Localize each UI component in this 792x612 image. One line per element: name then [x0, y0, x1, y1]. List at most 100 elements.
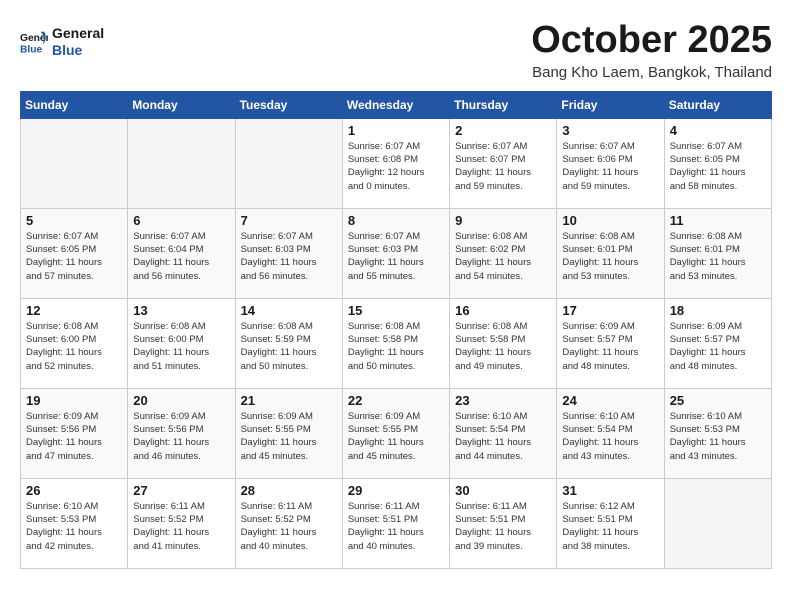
calendar-cell: 21 Sunrise: 6:09 AMSunset: 5:55 PMDayligh…: [235, 388, 342, 478]
calendar-cell: [128, 118, 235, 208]
day-info: Sunrise: 6:11 AMSunset: 5:51 PMDaylight:…: [455, 500, 551, 553]
calendar-subtitle: Bang Kho Laem, Bangkok, Thailand: [531, 64, 772, 81]
day-number: 21: [241, 393, 337, 408]
day-number: 26: [26, 483, 122, 498]
calendar-cell: 12 Sunrise: 6:08 AMSunset: 6:00 PMDayligh…: [21, 298, 128, 388]
week-row-2: 5 Sunrise: 6:07 AMSunset: 6:05 PMDaylight…: [21, 208, 772, 298]
day-info: Sunrise: 6:09 AMSunset: 5:57 PMDaylight:…: [562, 320, 658, 373]
day-number: 17: [562, 303, 658, 318]
calendar-cell: 27 Sunrise: 6:11 AMSunset: 5:52 PMDayligh…: [128, 478, 235, 568]
calendar-cell: 11Sunrise: 6:08 AMSunset: 6:01 PMDayligh…: [664, 208, 771, 298]
calendar-cell: 6Sunrise: 6:07 AMSunset: 6:04 PMDaylight…: [128, 208, 235, 298]
calendar-body: 1 Sunrise: 6:07 AMSunset: 6:08 PMDaylight…: [21, 118, 772, 568]
day-info: Sunrise: 6:10 AMSunset: 5:53 PMDaylight:…: [670, 410, 766, 463]
day-number: 24: [562, 393, 658, 408]
day-info: Sunrise: 6:07 AMSunset: 6:06 PMDaylight:…: [562, 140, 658, 193]
day-number: 9: [455, 213, 551, 228]
week-row-3: 12 Sunrise: 6:08 AMSunset: 6:00 PMDayligh…: [21, 298, 772, 388]
day-info: Sunrise: 6:09 AMSunset: 5:55 PMDaylight:…: [241, 410, 337, 463]
calendar-cell: 3 Sunrise: 6:07 AMSunset: 6:06 PMDaylight…: [557, 118, 664, 208]
calendar-cell: 5 Sunrise: 6:07 AMSunset: 6:05 PMDaylight…: [21, 208, 128, 298]
day-info: Sunrise: 6:07 AMSunset: 6:05 PMDaylight:…: [26, 230, 122, 283]
day-number: 5: [26, 213, 122, 228]
calendar-cell: 22Sunrise: 6:09 AMSunset: 5:55 PMDayligh…: [342, 388, 449, 478]
day-info: Sunrise: 6:11 AMSunset: 5:52 PMDaylight:…: [133, 500, 229, 553]
calendar-cell: 19Sunrise: 6:09 AMSunset: 5:56 PMDayligh…: [21, 388, 128, 478]
calendar-cell: 30 Sunrise: 6:11 AMSunset: 5:51 PMDayligh…: [450, 478, 557, 568]
day-info: Sunrise: 6:07 AMSunset: 6:05 PMDaylight:…: [670, 140, 766, 193]
day-number: 23: [455, 393, 551, 408]
day-number: 13: [133, 303, 229, 318]
calendar-cell: 15Sunrise: 6:08 AMSunset: 5:58 PMDayligh…: [342, 298, 449, 388]
day-number: 25: [670, 393, 766, 408]
logo-icon: General Blue: [20, 28, 48, 56]
calendar-cell: 9Sunrise: 6:08 AMSunset: 6:02 PMDaylight…: [450, 208, 557, 298]
day-info: Sunrise: 6:09 AMSunset: 5:57 PMDaylight:…: [670, 320, 766, 373]
day-info: Sunrise: 6:10 AMSunset: 5:54 PMDaylight:…: [562, 410, 658, 463]
day-number: 10: [562, 213, 658, 228]
day-info: Sunrise: 6:07 AMSunset: 6:08 PMDaylight:…: [348, 140, 444, 193]
calendar-table: SundayMondayTuesdayWednesdayThursdayFrid…: [20, 91, 772, 569]
day-number: 27: [133, 483, 229, 498]
calendar-cell: [235, 118, 342, 208]
day-number: 2: [455, 123, 551, 138]
header-day-tuesday: Tuesday: [235, 91, 342, 118]
day-number: 7: [241, 213, 337, 228]
header-row: SundayMondayTuesdayWednesdayThursdayFrid…: [21, 91, 772, 118]
calendar-cell: 14Sunrise: 6:08 AMSunset: 5:59 PMDayligh…: [235, 298, 342, 388]
day-info: Sunrise: 6:07 AMSunset: 6:07 PMDaylight:…: [455, 140, 551, 193]
day-number: 20: [133, 393, 229, 408]
calendar-cell: 17 Sunrise: 6:09 AMSunset: 5:57 PMDayligh…: [557, 298, 664, 388]
day-number: 15: [348, 303, 444, 318]
day-info: Sunrise: 6:10 AMSunset: 5:54 PMDaylight:…: [455, 410, 551, 463]
day-number: 16: [455, 303, 551, 318]
day-number: 3: [562, 123, 658, 138]
calendar-cell: 7 Sunrise: 6:07 AMSunset: 6:03 PMDaylight…: [235, 208, 342, 298]
calendar-cell: 23 Sunrise: 6:10 AMSunset: 5:54 PMDayligh…: [450, 388, 557, 478]
day-number: 4: [670, 123, 766, 138]
day-info: Sunrise: 6:07 AMSunset: 6:03 PMDaylight:…: [348, 230, 444, 283]
logo-blue: Blue: [52, 42, 104, 59]
day-number: 30: [455, 483, 551, 498]
day-info: Sunrise: 6:08 AMSunset: 6:00 PMDaylight:…: [26, 320, 122, 373]
calendar-cell: 1 Sunrise: 6:07 AMSunset: 6:08 PMDaylight…: [342, 118, 449, 208]
day-number: 1: [348, 123, 444, 138]
calendar-cell: 16 Sunrise: 6:08 AMSunset: 5:58 PMDayligh…: [450, 298, 557, 388]
week-row-1: 1 Sunrise: 6:07 AMSunset: 6:08 PMDaylight…: [21, 118, 772, 208]
day-info: Sunrise: 6:08 AMSunset: 5:58 PMDaylight:…: [455, 320, 551, 373]
day-number: 8: [348, 213, 444, 228]
calendar-title: October 2025: [531, 20, 772, 62]
header-day-monday: Monday: [128, 91, 235, 118]
page-header: General Blue General Blue October 2025 B…: [20, 20, 772, 81]
calendar-cell: 13 Sunrise: 6:08 AMSunset: 6:00 PMDayligh…: [128, 298, 235, 388]
week-row-4: 19Sunrise: 6:09 AMSunset: 5:56 PMDayligh…: [21, 388, 772, 478]
calendar-cell: 28Sunrise: 6:11 AMSunset: 5:52 PMDayligh…: [235, 478, 342, 568]
day-number: 28: [241, 483, 337, 498]
day-info: Sunrise: 6:09 AMSunset: 5:55 PMDaylight:…: [348, 410, 444, 463]
day-info: Sunrise: 6:08 AMSunset: 6:00 PMDaylight:…: [133, 320, 229, 373]
day-info: Sunrise: 6:10 AMSunset: 5:53 PMDaylight:…: [26, 500, 122, 553]
calendar-cell: 24 Sunrise: 6:10 AMSunset: 5:54 PMDayligh…: [557, 388, 664, 478]
calendar-cell: 10 Sunrise: 6:08 AMSunset: 6:01 PMDayligh…: [557, 208, 664, 298]
calendar-cell: 31Sunrise: 6:12 AMSunset: 5:51 PMDayligh…: [557, 478, 664, 568]
calendar-cell: [21, 118, 128, 208]
calendar-cell: [664, 478, 771, 568]
day-number: 18: [670, 303, 766, 318]
day-number: 29: [348, 483, 444, 498]
header-day-wednesday: Wednesday: [342, 91, 449, 118]
calendar-cell: 4 Sunrise: 6:07 AMSunset: 6:05 PMDaylight…: [664, 118, 771, 208]
header-day-sunday: Sunday: [21, 91, 128, 118]
day-info: Sunrise: 6:07 AMSunset: 6:03 PMDaylight:…: [241, 230, 337, 283]
day-info: Sunrise: 6:09 AMSunset: 5:56 PMDaylight:…: [26, 410, 122, 463]
header-day-friday: Friday: [557, 91, 664, 118]
day-info: Sunrise: 6:08 AMSunset: 6:01 PMDaylight:…: [562, 230, 658, 283]
day-info: Sunrise: 6:11 AMSunset: 5:51 PMDaylight:…: [348, 500, 444, 553]
logo-general: General: [52, 25, 104, 42]
calendar-cell: 18 Sunrise: 6:09 AMSunset: 5:57 PMDayligh…: [664, 298, 771, 388]
calendar-cell: 26 Sunrise: 6:10 AMSunset: 5:53 PMDayligh…: [21, 478, 128, 568]
week-row-5: 26 Sunrise: 6:10 AMSunset: 5:53 PMDayligh…: [21, 478, 772, 568]
day-number: 11: [670, 213, 766, 228]
day-info: Sunrise: 6:08 AMSunset: 5:59 PMDaylight:…: [241, 320, 337, 373]
day-number: 12: [26, 303, 122, 318]
day-info: Sunrise: 6:12 AMSunset: 5:51 PMDaylight:…: [562, 500, 658, 553]
